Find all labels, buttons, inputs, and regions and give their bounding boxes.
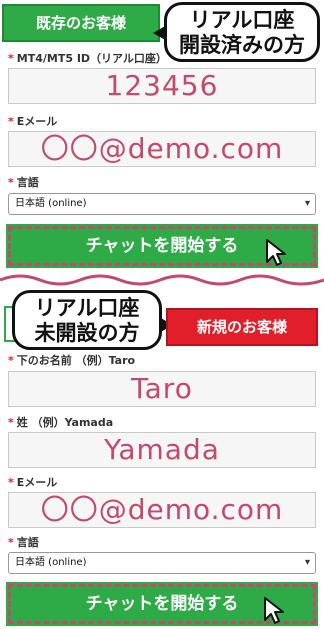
language-select-value: 日本語 (online): [15, 557, 87, 568]
new-customer-panel: リアル口座 未開設の方 新規のお客様 * 下のお名前 （例）Taro Taro *…: [0, 288, 324, 629]
email-label: * Eメール: [8, 113, 57, 129]
mouse-pointer-icon: [266, 239, 286, 266]
tab-new-customer[interactable]: 新規のお客様: [166, 308, 318, 346]
required-mark: *: [8, 115, 14, 128]
bubble-tail: [153, 25, 167, 41]
new-speech-bubble: リアル口座 未開設の方: [12, 290, 173, 350]
existing-customer-panel: 既存のお客様 リアル口座 開設済みの方 * MT4/MT5 ID（リアル口座） 1…: [0, 0, 324, 274]
tab-existing-customer[interactable]: 既存のお客様: [2, 4, 160, 42]
language-label-text: 言語: [16, 176, 39, 189]
lastname-label: * 姓 （例）Yamada: [8, 414, 113, 430]
required-mark: *: [8, 176, 14, 189]
firstname-label: * 下のお名前 （例）Taro: [8, 352, 135, 368]
required-mark: *: [8, 536, 14, 549]
firstname-label-text: 下のお名前 （例）Taro: [16, 354, 136, 367]
language-select[interactable]: 日本語 (online) ▾: [8, 552, 316, 574]
language-label-text: 言語: [16, 536, 39, 549]
lastname-label-text: 姓 （例）Yamada: [16, 416, 114, 429]
required-mark: *: [8, 476, 14, 489]
mouse-pointer-icon: [264, 597, 284, 624]
mt-id-label: * MT4/MT5 ID（リアル口座）: [8, 50, 167, 66]
email-label: * Eメール: [8, 474, 57, 490]
email-input[interactable]: 〇〇@demo.com: [8, 492, 316, 528]
firstname-input[interactable]: Taro: [8, 371, 316, 407]
language-select[interactable]: 日本語 (online) ▾: [8, 193, 316, 215]
language-select-value: 日本語 (online): [15, 198, 87, 209]
required-mark: *: [8, 354, 14, 367]
mt-id-label-text: MT4/MT5 ID（リアル口座）: [16, 52, 167, 65]
chevron-down-icon: ▾: [304, 198, 310, 209]
bubble-line-2: 未開設の方: [34, 321, 140, 345]
chevron-down-icon: ▾: [304, 557, 310, 568]
email-input[interactable]: 〇〇@demo.com: [8, 131, 316, 167]
language-label: * 言語: [8, 174, 39, 190]
language-label: * 言語: [8, 534, 39, 550]
start-chat-button-label: チャットを開始する: [85, 594, 239, 614]
bubble-line-2: 開設済みの方: [179, 33, 305, 57]
bubble-line-1: リアル口座: [34, 296, 140, 320]
existing-speech-bubble: リアル口座 開設済みの方: [153, 2, 320, 62]
email-label-text: Eメール: [16, 476, 58, 489]
start-chat-button-label: チャットを開始する: [85, 236, 239, 256]
wavy-divider: [0, 274, 324, 286]
bubble-line-1: リアル口座: [189, 8, 295, 32]
mt-id-input[interactable]: 123456: [8, 68, 316, 104]
required-mark: *: [8, 416, 14, 429]
email-label-text: Eメール: [16, 115, 58, 128]
lastname-input[interactable]: Yamada: [8, 432, 316, 468]
required-mark: *: [8, 52, 14, 65]
